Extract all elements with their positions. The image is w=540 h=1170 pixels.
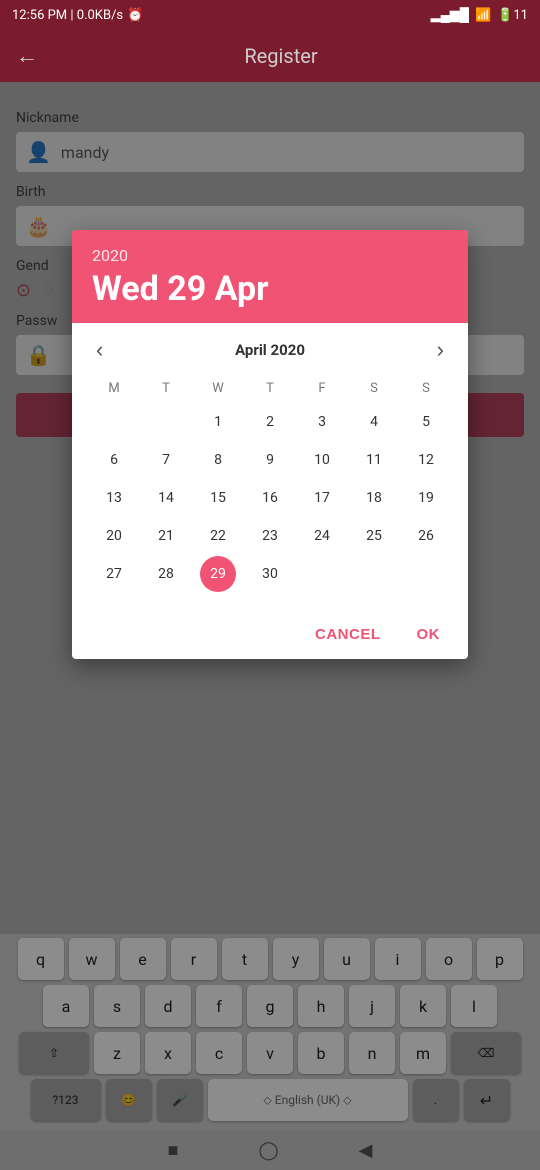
dialog-actions: CANCEL OK <box>72 610 468 659</box>
calendar-day[interactable]: 27 <box>96 556 132 592</box>
calendar-day[interactable]: 17 <box>304 480 340 516</box>
calendar-day[interactable]: 4 <box>356 404 392 440</box>
calendar-week-row: 12345 <box>88 404 452 440</box>
calendar-weekday-headers: MTWTFSS <box>88 377 452 400</box>
calendar-day[interactable]: 10 <box>304 442 340 478</box>
app-bar: ← Register <box>0 30 540 82</box>
calendar-day[interactable]: 30 <box>252 556 288 592</box>
month-title: April 2020 <box>235 341 305 359</box>
weekday-header: W <box>192 377 244 400</box>
calendar-day[interactable]: 20 <box>96 518 132 554</box>
status-time: 12:56 PM | 0.0KB/s <box>12 8 123 23</box>
page-title: Register <box>38 44 524 68</box>
calendar-week-row: 27 28 29 30 <box>88 556 452 592</box>
calendar-day[interactable]: 3 <box>304 404 340 440</box>
cancel-button[interactable]: CANCEL <box>307 622 389 647</box>
selected-year: 2020 <box>92 246 448 265</box>
calendar-day[interactable]: 5 <box>408 404 444 440</box>
battery-icon: 🔋11 <box>497 8 528 23</box>
next-month-button[interactable]: › <box>429 333 452 367</box>
calendar-day[interactable]: 7 <box>148 442 184 478</box>
calendar-day[interactable]: 22 <box>200 518 236 554</box>
calendar-day[interactable]: 8 <box>200 442 236 478</box>
calendar-day[interactable]: 6 <box>96 442 132 478</box>
selected-date-display: Wed 29 Apr <box>92 269 448 309</box>
calendar-day[interactable]: 24 <box>304 518 340 554</box>
calendar-day[interactable]: 15 <box>200 480 236 516</box>
calendar-day[interactable]: 12 <box>408 442 444 478</box>
status-bar: 12:56 PM | 0.0KB/s ⏰ ▂▄▆█ 📶 🔋11 <box>0 0 540 30</box>
weekday-header: S <box>400 377 452 400</box>
month-navigation: ‹ April 2020 › <box>88 333 452 367</box>
calendar-day[interactable]: 29 <box>200 556 236 592</box>
date-picker-dialog: 2020 Wed 29 Apr ‹ April 2020 › MTWTFSS 1… <box>72 230 468 659</box>
calendar-week-row: 20 21 22 23 24 25 26 <box>88 518 452 554</box>
signal-icon: ▂▄▆█ <box>431 7 469 23</box>
calendar-day[interactable]: 21 <box>148 518 184 554</box>
status-left: 12:56 PM | 0.0KB/s ⏰ <box>12 8 143 23</box>
dialog-body: ‹ April 2020 › MTWTFSS 12345678910111213… <box>72 323 468 610</box>
calendar-day[interactable]: 26 <box>408 518 444 554</box>
calendar-day[interactable]: 14 <box>148 480 184 516</box>
calendar-day[interactable]: 13 <box>96 480 132 516</box>
calendar-day[interactable]: 23 <box>252 518 288 554</box>
calendar-day[interactable]: 19 <box>408 480 444 516</box>
calendar-week-row: 6789 10 11 12 <box>88 442 452 478</box>
dialog-header: 2020 Wed 29 Apr <box>72 230 468 323</box>
wifi-icon: 📶 <box>475 8 491 23</box>
calendar-week-row: 13 14 15 16 17 18 19 <box>88 480 452 516</box>
calendar-grid: MTWTFSS 12345678910111213141516171819202… <box>88 377 452 592</box>
calendar-day[interactable]: 2 <box>252 404 288 440</box>
calendar-day[interactable]: 11 <box>356 442 392 478</box>
weekday-header: F <box>296 377 348 400</box>
ok-button[interactable]: OK <box>409 622 449 647</box>
calendar-day[interactable]: 28 <box>148 556 184 592</box>
status-right: ▂▄▆█ 📶 🔋11 <box>431 7 528 23</box>
weekday-header: T <box>244 377 296 400</box>
weekday-header: T <box>140 377 192 400</box>
prev-month-button[interactable]: ‹ <box>88 333 111 367</box>
calendar-day[interactable]: 18 <box>356 480 392 516</box>
calendar-days: 1234567891011121314151617181920212223242… <box>88 404 452 592</box>
weekday-header: M <box>88 377 140 400</box>
calendar-day[interactable]: 1 <box>200 404 236 440</box>
calendar-day[interactable]: 25 <box>356 518 392 554</box>
calendar-day[interactable]: 16 <box>252 480 288 516</box>
status-alarm: ⏰ <box>127 8 143 23</box>
calendar-day[interactable]: 9 <box>252 442 288 478</box>
back-button[interactable]: ← <box>16 43 38 69</box>
weekday-header: S <box>348 377 400 400</box>
